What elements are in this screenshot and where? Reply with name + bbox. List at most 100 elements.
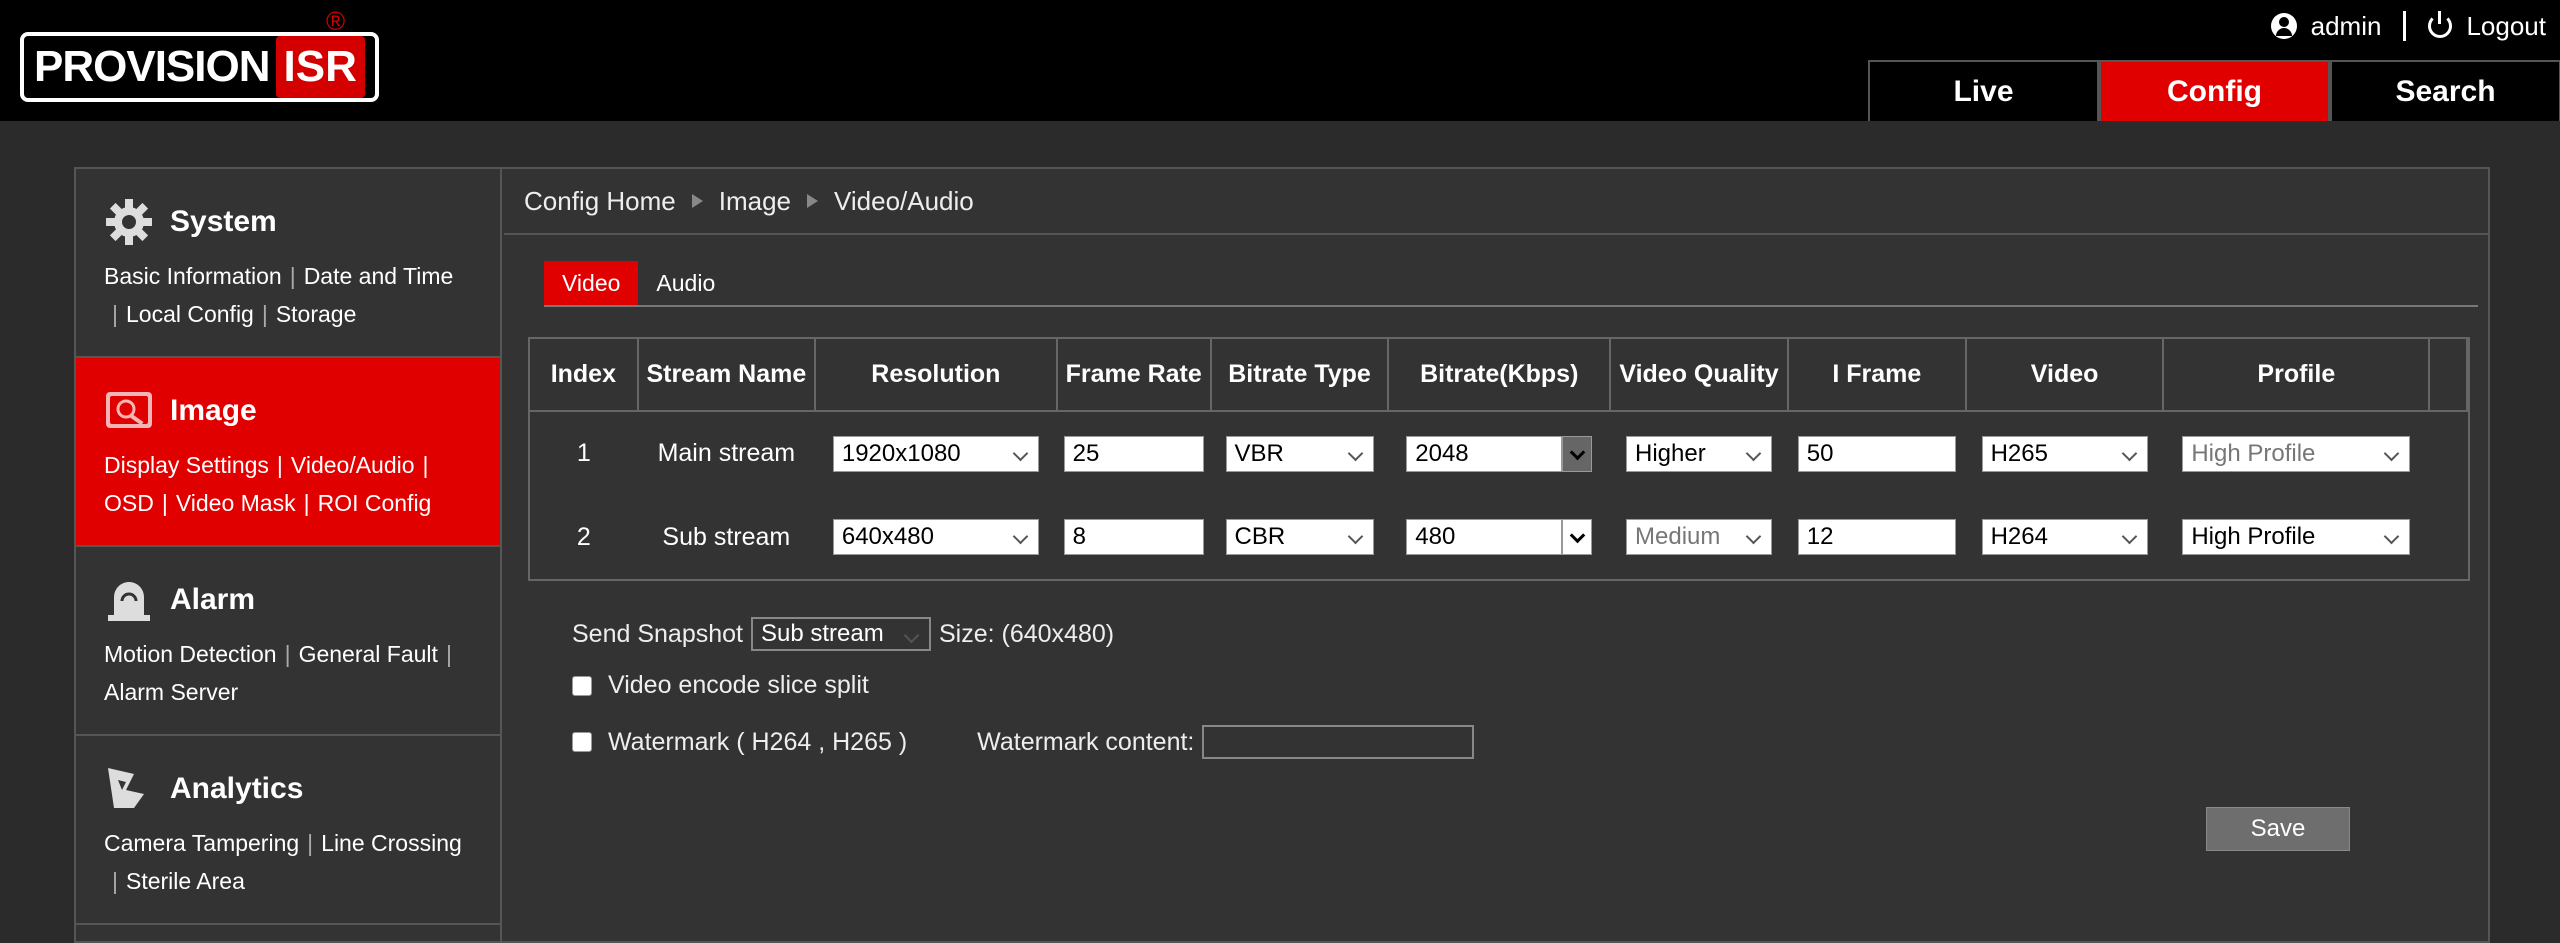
chevron-down-icon[interactable]: [1562, 435, 1593, 472]
sidebar-section-system[interactable]: System Basic Information | Date and Time |…: [76, 169, 500, 358]
table-row: 2 Sub stream 640x480 8 CBR 480 Medium 12…: [530, 495, 2467, 579]
link-date-and-time[interactable]: Date and Time: [304, 263, 454, 289]
i-frame-input[interactable]: 12: [1797, 519, 1956, 555]
pipe: |: [276, 452, 283, 478]
sidebar: System Basic Information | Date and Time |…: [76, 169, 502, 943]
divider: [2403, 11, 2407, 41]
link-general-fault[interactable]: General Fault: [299, 641, 438, 667]
link-motion-detection[interactable]: Motion Detection: [104, 641, 277, 667]
nav-tab-live[interactable]: Live: [1868, 60, 2099, 121]
link-sterile-area[interactable]: Sterile Area: [126, 868, 245, 894]
sidebar-title-text: Analytics: [170, 772, 304, 805]
link-video-audio[interactable]: Video/Audio: [291, 452, 415, 478]
bitrate-input[interactable]: 480: [1406, 519, 1563, 555]
link-display-settings[interactable]: Display Settings: [104, 452, 269, 478]
cell-stream-name: Sub stream: [662, 522, 791, 551]
slice-split-label: Video encode slice split: [608, 671, 869, 699]
sidebar-section-image[interactable]: Image Display Settings | Video/Audio | OSD |…: [76, 358, 500, 547]
send-snapshot-select[interactable]: Sub stream: [750, 617, 931, 651]
sidebar-title-system: System: [104, 197, 474, 247]
save-button[interactable]: Save: [2206, 807, 2350, 851]
resolution-select[interactable]: 640x480: [832, 519, 1039, 555]
power-icon[interactable]: [2428, 11, 2453, 38]
watermark-content-input[interactable]: [1202, 725, 1475, 759]
logo-main-text: PROVISION: [34, 42, 270, 91]
nav-tab-config[interactable]: Config: [2099, 60, 2330, 121]
link-storage[interactable]: Storage: [276, 301, 357, 327]
logo-accent-text: ISR: [275, 36, 365, 98]
link-roi-config[interactable]: ROI Config: [318, 490, 432, 516]
pipe: |: [161, 490, 168, 516]
profile-select: High Profile: [2182, 435, 2411, 472]
col-frame-rate: Frame Rate: [1056, 339, 1212, 412]
bitrate-input[interactable]: 2048: [1406, 435, 1563, 472]
watermark-label: Watermark ( H264 , H265 ): [608, 727, 908, 756]
breadcrumb-video-audio: Video/Audio: [834, 185, 974, 216]
sidebar-section-alarm[interactable]: Alarm Motion Detection | General Fault | Al…: [76, 547, 500, 736]
pipe: |: [289, 263, 296, 289]
stream-table: Index Stream Name Resolution Frame Rate …: [528, 337, 2470, 581]
link-osd[interactable]: OSD: [104, 490, 154, 516]
main-nav: Live Config Search: [1868, 60, 2560, 121]
pipe: |: [112, 301, 118, 327]
col-resolution: Resolution: [815, 339, 1058, 412]
link-video-mask[interactable]: Video Mask: [176, 490, 296, 516]
breadcrumb-arrow-icon: [691, 194, 703, 208]
top-header: PROVISION ISR ® admin Logout Live Config…: [0, 0, 2560, 121]
sidebar-links-image: Display Settings | Video/Audio | OSD | Video …: [104, 446, 474, 522]
col-bitrate-type: Bitrate Type: [1210, 339, 1390, 412]
col-index: Index: [530, 339, 639, 412]
pipe: |: [261, 301, 268, 327]
send-snapshot-row: Send Snapshot Sub stream Size: (640x480): [572, 617, 1114, 651]
link-line-crossing[interactable]: Line Crossing: [321, 830, 462, 856]
col-i-frame: I Frame: [1787, 339, 1967, 412]
col-profile: Profile: [2163, 339, 2431, 412]
bitrate-type-select[interactable]: CBR: [1225, 519, 1374, 555]
cell-index: 2: [576, 522, 591, 551]
link-basic-information[interactable]: Basic Information: [104, 263, 282, 289]
video-quality-select[interactable]: Higher: [1626, 435, 1772, 472]
link-local-config[interactable]: Local Config: [126, 301, 254, 327]
gear-icon: [104, 197, 154, 247]
alarm-icon: [104, 575, 154, 625]
link-alarm-server[interactable]: Alarm Server: [104, 679, 238, 705]
breadcrumb-config-home[interactable]: Config Home: [524, 186, 676, 217]
bitrate-combo: 2048: [1406, 435, 1593, 472]
slice-split-checkbox[interactable]: [572, 675, 592, 696]
video-quality-select: Medium: [1626, 519, 1772, 555]
frame-rate-input[interactable]: 8: [1063, 519, 1204, 555]
profile-select[interactable]: High Profile: [2182, 519, 2411, 555]
col-video: Video: [1965, 339, 2165, 412]
pipe: |: [112, 868, 118, 894]
pipe: |: [422, 452, 429, 478]
content-panel: Config Home Image Video/Audio Video Audi…: [504, 169, 2490, 943]
sidebar-section-analytics[interactable]: Analytics Camera Tampering | Line Crossing…: [76, 736, 500, 925]
col-stream-name: Stream Name: [637, 339, 817, 412]
user-icon: [2270, 13, 2297, 39]
cell-spacer: [2429, 411, 2467, 495]
sidebar-title-analytics: Analytics: [104, 764, 474, 814]
tab-audio[interactable]: Audio: [638, 261, 733, 305]
sidebar-links-system: Basic Information | Date and Time | Local C…: [104, 257, 474, 333]
logout-link[interactable]: Logout: [2466, 11, 2546, 42]
tab-video[interactable]: Video: [544, 261, 639, 305]
chevron-down-icon[interactable]: [1562, 519, 1593, 555]
sidebar-title-text: Alarm: [170, 583, 256, 616]
nav-tab-search[interactable]: Search: [2330, 60, 2560, 121]
main-container: System Basic Information | Date and Time |…: [74, 167, 2490, 943]
breadcrumb-image[interactable]: Image: [719, 186, 791, 217]
username[interactable]: admin: [2311, 11, 2382, 42]
sidebar-title-text: Image: [170, 394, 257, 427]
frame-rate-input[interactable]: 25: [1063, 435, 1204, 472]
video-codec-select[interactable]: H265: [1981, 435, 2148, 472]
pipe: |: [284, 641, 291, 667]
logo-frame: PROVISION ISR: [20, 32, 379, 102]
watermark-checkbox[interactable]: [572, 732, 592, 752]
video-codec-select[interactable]: H264: [1981, 519, 2148, 555]
resolution-select[interactable]: 1920x1080: [832, 435, 1039, 472]
pipe: |: [445, 641, 452, 667]
analytics-icon: [104, 764, 154, 814]
i-frame-input[interactable]: 50: [1797, 435, 1956, 472]
link-camera-tampering[interactable]: Camera Tampering: [104, 830, 299, 856]
bitrate-type-select[interactable]: VBR: [1225, 435, 1374, 472]
